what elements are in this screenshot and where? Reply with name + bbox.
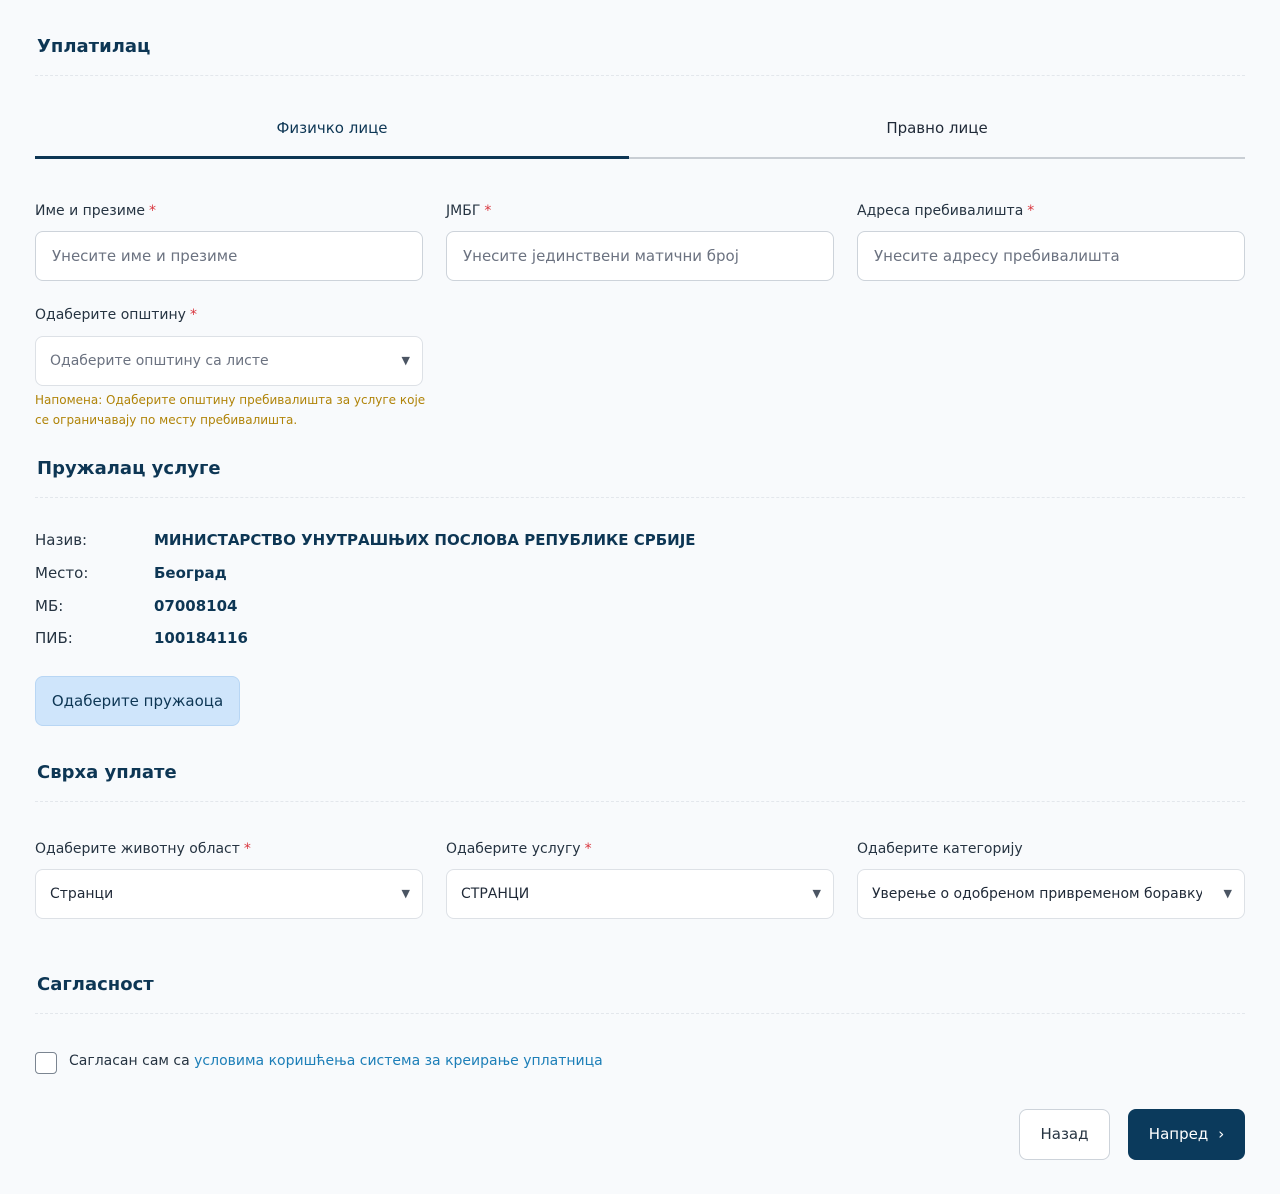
consent-text: Сагласан сам са условима коришћења систе… xyxy=(69,1053,603,1069)
municipality-select[interactable]: Одаберите општину са листе ▼ xyxy=(35,336,423,386)
next-button-label: Напред xyxy=(1148,1125,1209,1143)
caret-down-icon: ▼ xyxy=(401,887,410,900)
tab-individual[interactable]: Физичко лице xyxy=(35,100,629,158)
section-title-provider: Пружалац услуге xyxy=(37,458,221,479)
section-divider xyxy=(35,75,1245,76)
jmbg-label: ЈМБГ * xyxy=(446,203,492,219)
section-title-purpose: Сврха уплате xyxy=(37,762,177,783)
category-label: Одаберите категорију xyxy=(857,841,1023,857)
section-title-consent: Сагласност xyxy=(37,974,154,995)
chevron-right-icon: › xyxy=(1218,1125,1225,1143)
provider-pib-label: ПИБ: xyxy=(35,629,73,647)
provider-name-label: Назив: xyxy=(35,531,88,549)
jmbg-input[interactable] xyxy=(446,231,834,281)
area-select[interactable]: Странци ▼ xyxy=(35,869,423,919)
required-mark: * xyxy=(243,841,251,857)
next-button[interactable]: Напред › xyxy=(1128,1109,1245,1160)
consent-checkbox[interactable] xyxy=(35,1052,57,1074)
section-divider xyxy=(35,497,1245,498)
terms-link[interactable]: условима коришћења система за креирање у… xyxy=(194,1053,603,1069)
service-label: Одаберите услугу * xyxy=(446,841,592,857)
area-label: Одаберите животну област * xyxy=(35,841,251,857)
provider-city-label: Место: xyxy=(35,564,89,582)
caret-down-icon: ▼ xyxy=(1223,887,1232,900)
municipality-label: Одаберите општину * xyxy=(35,307,197,323)
category-select-value: Уверење о одобреном привременом боравку … xyxy=(872,886,1202,902)
address-label: Адреса пребивалишта * xyxy=(857,203,1035,219)
caret-down-icon: ▼ xyxy=(401,354,410,367)
category-select[interactable]: Уверење о одобреном привременом боравку … xyxy=(857,869,1245,919)
area-select-value: Странци xyxy=(50,886,114,902)
back-button[interactable]: Назад xyxy=(1019,1109,1110,1160)
tab-legal-entity[interactable]: Правно лице xyxy=(629,100,1245,158)
section-title-payer: Уплатилац xyxy=(37,36,151,57)
consent-text-prefix: Сагласан сам са xyxy=(69,1053,195,1069)
provider-mb-label: МБ: xyxy=(35,597,64,615)
required-mark: * xyxy=(149,203,157,219)
required-mark: * xyxy=(189,307,197,323)
address-input[interactable] xyxy=(857,231,1245,281)
section-divider xyxy=(35,801,1245,802)
tab-active-indicator xyxy=(35,156,629,159)
service-select-value: СТРАНЦИ xyxy=(461,886,530,902)
municipality-select-value: Одаберите општину са листе xyxy=(50,353,269,369)
name-label: Име и презиме * xyxy=(35,203,157,219)
provider-pib-value: 100184116 xyxy=(154,629,248,647)
required-mark: * xyxy=(484,203,492,219)
service-select[interactable]: СТРАНЦИ ▼ xyxy=(446,869,834,919)
payer-type-tabs: Физичко лице Правно лице xyxy=(35,100,1245,160)
municipality-note: Напомена: Одаберите општину пребивалишта… xyxy=(35,393,426,427)
name-input[interactable] xyxy=(35,231,423,281)
required-mark: * xyxy=(1027,203,1035,219)
select-provider-button[interactable]: Одаберите пружаоца xyxy=(35,676,240,726)
provider-name-value: МИНИСТАРСТВО УНУТРАШЊИХ ПОСЛОВА РЕПУБЛИК… xyxy=(154,531,696,549)
required-mark: * xyxy=(584,841,592,857)
provider-city-value: Београд xyxy=(154,564,227,582)
section-divider xyxy=(35,1013,1245,1014)
provider-mb-value: 07008104 xyxy=(154,597,238,615)
caret-down-icon: ▼ xyxy=(812,887,821,900)
